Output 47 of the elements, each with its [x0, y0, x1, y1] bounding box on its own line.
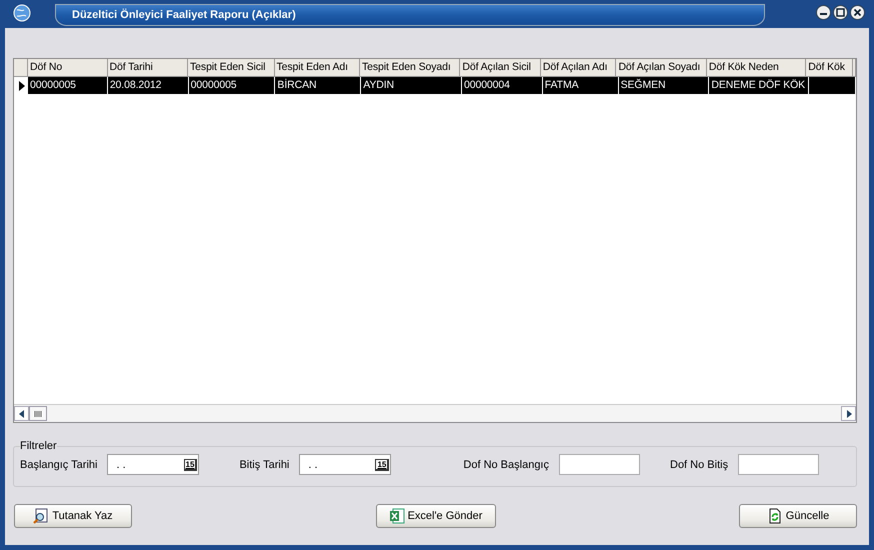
table-cell: DENEME DÖF KÖK — [709, 77, 810, 95]
table-cell: 00000005 — [188, 77, 276, 95]
column-header[interactable]: Tespit Eden Sicil — [188, 59, 274, 77]
input-field[interactable] — [738, 454, 820, 475]
column-header[interactable]: Tespit Eden Soyadı — [360, 59, 460, 77]
column-header[interactable]: Döf Açılan Soyadı — [616, 59, 707, 77]
date-field[interactable]: . . 15 — [107, 454, 200, 475]
column-header[interactable]: Döf Tarihi — [108, 59, 188, 77]
field-label: Dof No Başlangıç — [463, 458, 549, 470]
table-cell: 20.08.2012 — [108, 77, 189, 95]
date-field[interactable]: . . 15 — [299, 454, 392, 475]
column-header[interactable]: Döf Kök — [806, 59, 853, 77]
left-arrow-icon — [18, 410, 24, 418]
corner-header-cell — [14, 59, 28, 77]
action-button[interactable]: Excel'e Gönder — [376, 504, 496, 528]
group-title: Filtreler — [20, 440, 57, 452]
refresh-page-icon — [766, 508, 783, 524]
calendar-button[interactable]: 15 — [375, 458, 390, 470]
field-label: Dof No Bitiş — [670, 458, 728, 470]
scroll-thumb[interactable] — [29, 406, 47, 421]
input-field[interactable] — [559, 454, 640, 475]
calendar-button[interactable]: 15 — [184, 458, 198, 470]
right-arrow-icon — [846, 410, 852, 418]
action-button[interactable]: Güncelle — [739, 504, 857, 528]
table-cell: SEĞMEN — [618, 77, 710, 95]
field-label: Bitiş Tarihi — [239, 458, 290, 470]
scroll-right-button[interactable] — [841, 406, 856, 421]
minimize-button[interactable] — [816, 5, 831, 20]
close-button[interactable] — [850, 5, 865, 20]
table-cell: BİRCAN — [275, 77, 362, 95]
scroll-left-button[interactable] — [14, 406, 29, 421]
action-button[interactable]: Tutanak Yaz — [14, 504, 132, 528]
table-cell: AYDIN — [361, 77, 462, 95]
window-title: Düzeltici Önleyici Faaliyet Raporu (Açıklar) — [55, 4, 765, 26]
field-label: Başlangıç Tarihi — [20, 458, 98, 470]
table-cell: FATMA — [542, 77, 619, 95]
magnifier-page-icon — [33, 508, 50, 524]
table-cell: 00000005 — [28, 77, 108, 95]
spreadsheet-icon — [388, 508, 405, 524]
column-header[interactable]: Döf Açılan Sicil — [460, 59, 541, 77]
table-cell: 00000004 — [462, 77, 543, 95]
column-header[interactable]: Döf Kök Neden — [706, 59, 806, 77]
maximize-button[interactable] — [833, 5, 848, 20]
globe-icon — [13, 4, 31, 22]
column-header[interactable]: Döf No — [28, 59, 108, 77]
column-header[interactable]: Tespit Eden Adı — [274, 59, 360, 77]
column-header[interactable]: Döf Açılan Adı — [540, 59, 616, 77]
